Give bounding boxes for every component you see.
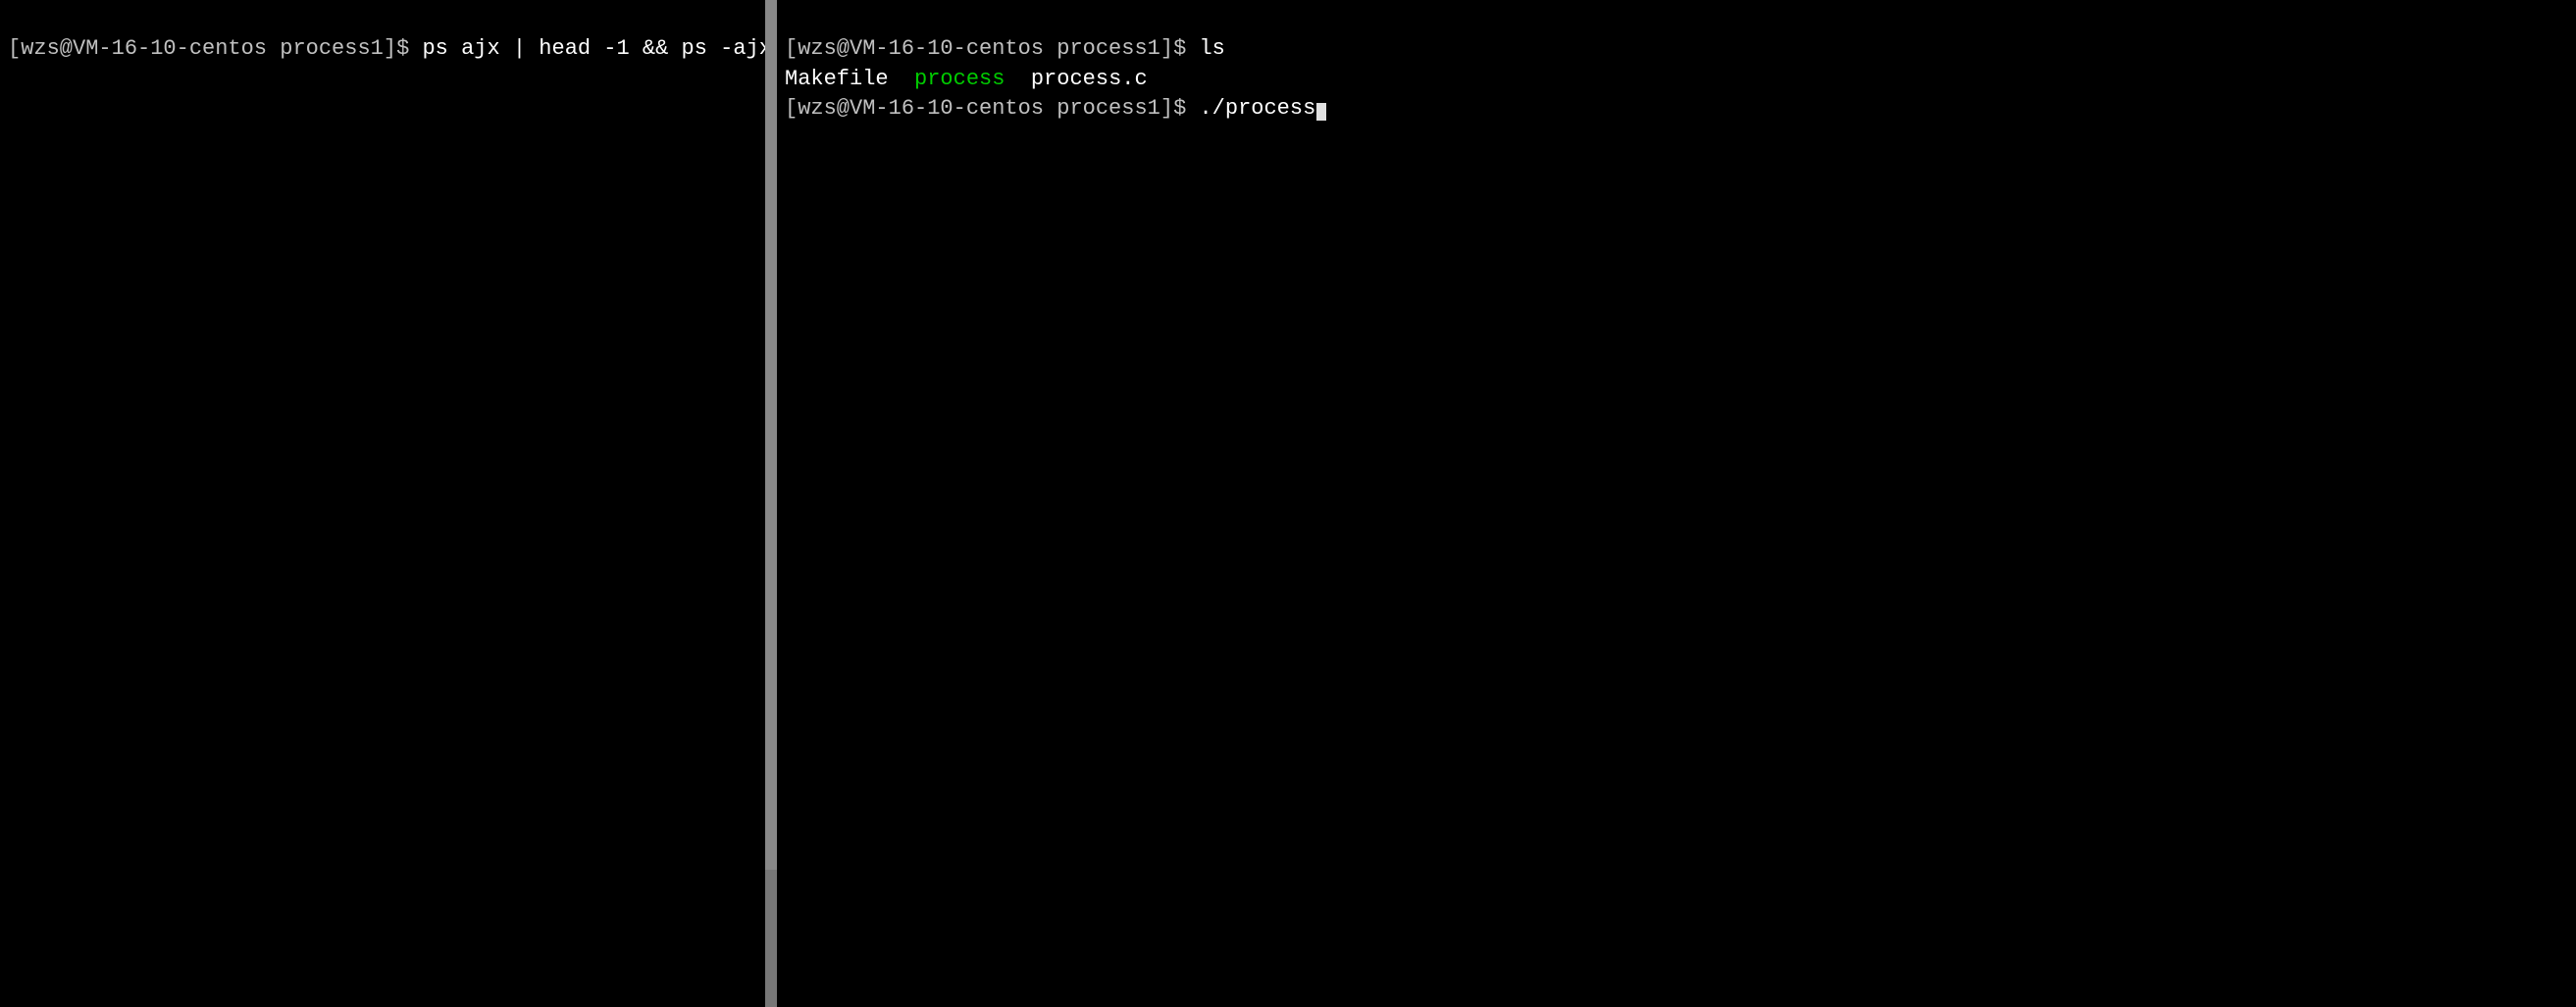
right-command1: ls (1199, 36, 1224, 61)
left-command: ps ajx | head -1 && ps -ajx | grep proce… (422, 36, 765, 61)
ls-output-process: process (914, 67, 1005, 91)
left-prompt: [wzs@VM-16-10-centos process1]$ (8, 36, 422, 61)
ls-output-processc: process.c (1005, 67, 1147, 91)
right-cursor (1316, 103, 1326, 121)
terminal-left-content: [wzs@VM-16-10-centos process1]$ ps ajx |… (0, 0, 765, 98)
terminal-right[interactable]: [wzs@VM-16-10-centos process1]$ ls Makef… (777, 0, 2576, 1007)
ls-output-makefile: Makefile (785, 67, 914, 91)
pane-divider (765, 0, 777, 1007)
terminal-right-content: [wzs@VM-16-10-centos process1]$ ls Makef… (777, 0, 2576, 159)
right-prompt1: [wzs@VM-16-10-centos process1]$ (785, 36, 1199, 61)
right-prompt2: [wzs@VM-16-10-centos process1]$ (785, 96, 1199, 121)
terminal-left[interactable]: [wzs@VM-16-10-centos process1]$ ps ajx |… (0, 0, 765, 1007)
scrollbar[interactable] (765, 870, 777, 1007)
right-command2: ./process (1199, 96, 1315, 121)
